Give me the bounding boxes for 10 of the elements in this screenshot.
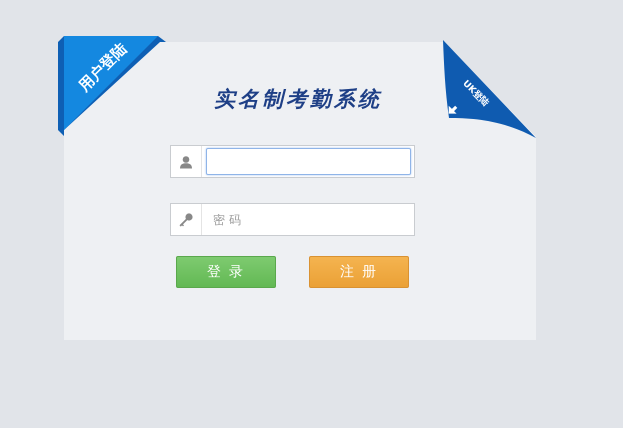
uk-login-link[interactable]: UK登陆 — [460, 78, 490, 109]
username-input[interactable] — [206, 148, 411, 175]
password-field[interactable]: 密 码 — [170, 203, 415, 236]
user-icon — [179, 154, 193, 168]
corner-curl[interactable]: UK登陆 — [443, 40, 539, 140]
arrow-icon — [448, 105, 458, 115]
user-login-label: 用户登陆 — [74, 38, 132, 97]
username-field[interactable] — [170, 145, 415, 178]
key-icon — [178, 212, 194, 228]
system-title: 实名制考勤系统 — [214, 85, 382, 113]
